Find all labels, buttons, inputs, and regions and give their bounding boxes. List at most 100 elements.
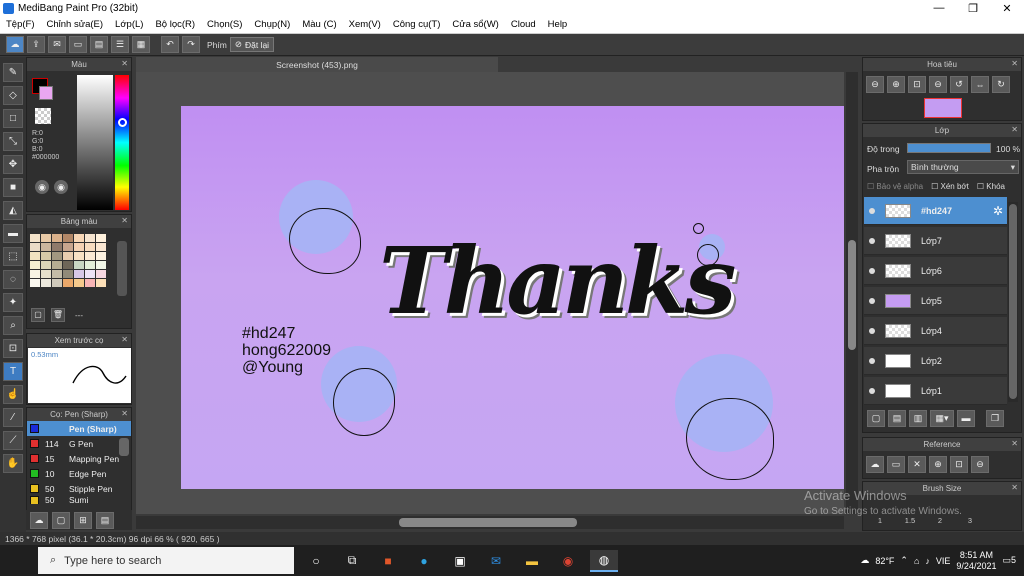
notification-icon[interactable]: ▭5 [1002, 555, 1016, 566]
select-eraser-tool-icon[interactable]: ⊡ [3, 339, 23, 358]
menu-layer[interactable]: Lớp(L) [109, 19, 149, 30]
network-icon[interactable]: ⌂ [914, 556, 919, 566]
palette-swatch[interactable] [96, 234, 106, 242]
store-icon[interactable]: ▣ [446, 550, 474, 572]
palette-swatch[interactable] [63, 279, 73, 287]
menu-select[interactable]: Chọn(S) [201, 19, 248, 30]
protect-alpha-option[interactable]: ☐ Bảo vệ alpha [867, 182, 923, 191]
eye-icon[interactable] [869, 357, 875, 364]
hand-tool-icon[interactable]: ✋ [3, 454, 23, 473]
brush-size-option[interactable]: 1.5 [895, 516, 925, 525]
palette-swatch[interactable] [63, 252, 73, 260]
eye-icon[interactable] [869, 327, 875, 334]
menu-file[interactable]: Tệp(F) [0, 19, 41, 30]
palette-swatch[interactable] [63, 261, 73, 269]
palette-swatch[interactable] [96, 252, 106, 260]
new-layer-icon[interactable]: ▢ [867, 409, 885, 427]
menu-color[interactable]: Màu (C) [296, 19, 342, 30]
reference-zoom-out-icon[interactable]: ⊖ [971, 456, 989, 473]
restore-button[interactable]: ❐ [956, 2, 990, 15]
brush-item-g-pen[interactable]: 114 G Pen [27, 436, 131, 451]
reference-close-icon[interactable]: ✕ [908, 456, 926, 473]
panel-close-icon[interactable]: ✕ [121, 409, 128, 418]
folder-icon[interactable]: ▬ [957, 409, 975, 427]
undo-icon[interactable]: ↶ [161, 36, 179, 53]
panel-close-icon[interactable]: ✕ [121, 59, 128, 68]
palette-swatch[interactable] [96, 243, 106, 251]
eraser-tool-icon[interactable]: ◇ [3, 86, 23, 105]
edge-icon[interactable]: ● [410, 550, 438, 572]
palette-swatch[interactable] [52, 234, 62, 242]
document-icon[interactable]: ▤ [90, 36, 108, 53]
reset-button[interactable]: ⊘ Đặt lại [229, 37, 275, 52]
palette-swatch[interactable] [30, 261, 40, 269]
vertical-scroll-thumb[interactable] [848, 240, 856, 350]
zoom-in-icon[interactable]: ⊕ [887, 76, 905, 93]
opacity-slider[interactable] [907, 143, 991, 153]
palette-swatch[interactable] [85, 279, 95, 287]
palette-swatch[interactable] [63, 234, 73, 242]
menu-window[interactable]: Cửa sổ(W) [446, 19, 504, 30]
gradient-tool-icon[interactable]: ▬ [3, 224, 23, 243]
magic-wand-tool-icon[interactable]: ✦ [3, 293, 23, 312]
color-value-picker[interactable] [77, 75, 113, 210]
reference-fit-icon[interactable]: ⊡ [950, 456, 968, 473]
weather-temp[interactable]: 82°F [875, 556, 894, 566]
palette-swatch[interactable] [30, 243, 40, 251]
lasso-tool-icon[interactable]: ◌ [3, 270, 23, 289]
grid-icon[interactable]: ▦ [132, 36, 150, 53]
select-tool-icon[interactable]: ⬚ [3, 247, 23, 266]
brush-settings-icon[interactable]: ▤ [96, 511, 114, 529]
chrome-icon[interactable]: ◉ [554, 550, 582, 572]
share-icon[interactable]: ⇪ [27, 36, 45, 53]
panel-close-icon[interactable]: ✕ [121, 335, 128, 344]
move-tool-icon[interactable]: ✥ [3, 155, 23, 174]
palette-swatch[interactable] [96, 270, 106, 278]
panel-close-icon[interactable]: ✕ [1011, 125, 1018, 134]
hue-slider[interactable] [115, 75, 129, 210]
menu-view[interactable]: Xem(V) [343, 19, 387, 30]
navigator-thumbnail[interactable] [924, 98, 962, 118]
duplicate-layer-icon[interactable]: ❐ [986, 409, 1004, 427]
document-tab[interactable]: Screenshot (453).png [136, 57, 498, 72]
bucket-tool-icon[interactable]: ◭ [3, 201, 23, 220]
layer-row[interactable]: #hd247 ✲ [864, 197, 1007, 225]
layer-row[interactable]: Lớp1 [864, 377, 1007, 405]
palette-swatch[interactable] [52, 270, 62, 278]
cortana-icon[interactable]: ○ [302, 550, 330, 572]
clock[interactable]: 8:51 AM 9/24/2021 [956, 550, 996, 572]
task-view-icon[interactable]: ⧉ [338, 550, 366, 572]
palette-swatch[interactable] [96, 279, 106, 287]
background-color-swatch[interactable] [39, 86, 53, 100]
cloud-icon[interactable]: ☁ [6, 36, 24, 53]
brush-item-edge-pen[interactable]: 10 Edge Pen [27, 466, 131, 481]
menu-help[interactable]: Help [542, 19, 574, 30]
layer-row[interactable]: Lớp7 [864, 227, 1007, 255]
panel-close-icon[interactable]: ✕ [1011, 439, 1018, 448]
redo-icon[interactable]: ↷ [182, 36, 200, 53]
rotate-right-icon[interactable]: ↻ [992, 76, 1010, 93]
palette-icon[interactable]: ◉ [35, 180, 49, 194]
layer-scrollbar[interactable] [1008, 202, 1018, 402]
palette-swatch[interactable] [74, 261, 84, 269]
brush-item-stipple-pen[interactable]: 50 Stipple Pen [27, 481, 131, 496]
brush-item-pen-sharp[interactable]: Pen (Sharp) [27, 421, 131, 436]
eye-icon[interactable] [869, 267, 875, 274]
layer-row[interactable]: Lớp4 [864, 317, 1007, 345]
menu-filter[interactable]: Bộ lọc(R) [149, 19, 201, 30]
palette-swatch[interactable] [85, 243, 95, 251]
palette-swatch[interactable] [41, 243, 51, 251]
add-layer-dropdown-icon[interactable]: ▦▾ [930, 409, 954, 427]
palette-swatch[interactable] [30, 279, 40, 287]
brush-add-icon[interactable]: ⊞ [74, 511, 92, 529]
brush-item-sumi[interactable]: 50 Sumi [27, 496, 131, 504]
delete-palette-icon[interactable]: 🗑 [51, 308, 65, 322]
new-1bit-layer-icon[interactable]: ▥ [909, 409, 927, 427]
palette-swatch[interactable] [41, 270, 51, 278]
palette-swatch[interactable] [63, 270, 73, 278]
gear-icon[interactable]: ✲ [993, 204, 1003, 218]
menu-tools[interactable]: Công cụ(T) [387, 19, 447, 30]
palette-swatch[interactable] [85, 234, 95, 242]
palette-swatch[interactable] [74, 252, 84, 260]
brush-tool-icon[interactable]: ✎ [3, 63, 23, 82]
